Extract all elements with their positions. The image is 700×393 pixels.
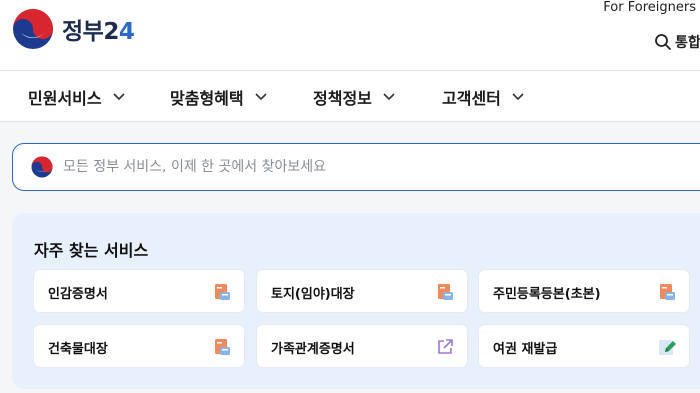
main-search-bar[interactable] bbox=[12, 143, 700, 191]
service-card-resident-registration[interactable]: 주민등록등본(초본) bbox=[479, 270, 689, 312]
integrated-search-label: 통합 bbox=[675, 35, 700, 51]
chevron-down-icon bbox=[255, 93, 267, 101]
site-header: 정부24 For Foreigners 통합 bbox=[0, 0, 700, 70]
service-card-land-register[interactable]: 토지(임야)대장 bbox=[257, 270, 467, 312]
site-logo[interactable]: 정부24 bbox=[12, 8, 135, 50]
chevron-down-icon bbox=[113, 93, 125, 101]
service-label: 건축물대장 bbox=[48, 342, 108, 357]
gnb-item-policy-info[interactable]: 정책정보 bbox=[313, 85, 396, 109]
search-icon bbox=[655, 34, 671, 50]
service-card-building-register[interactable]: 건축물대장 bbox=[34, 325, 244, 367]
for-foreigners-link[interactable]: For Foreigners bbox=[603, 0, 696, 15]
main-navigation: 민원서비스 맞춤형혜택 정책정보 고객센터 bbox=[0, 71, 700, 121]
service-label: 가족관계증명서 bbox=[271, 342, 355, 357]
gnb-item-label: 정책정보 bbox=[313, 89, 372, 108]
document-print-icon bbox=[215, 284, 230, 300]
service-label: 인감증명서 bbox=[48, 287, 108, 302]
gnb-item-custom-benefits[interactable]: 맞춤형혜택 bbox=[170, 85, 268, 109]
document-print-icon bbox=[660, 284, 675, 300]
gnb-item-label: 맞춤형혜택 bbox=[170, 89, 244, 108]
logo-text-prefix: 정부 bbox=[62, 19, 104, 45]
service-label: 여권 재발급 bbox=[493, 342, 558, 357]
gnb-item-civil-services[interactable]: 민원서비스 bbox=[28, 85, 126, 109]
gnb-item-label: 민원서비스 bbox=[28, 89, 102, 108]
search-input[interactable] bbox=[61, 158, 625, 176]
service-card-passport-reissue[interactable]: 여권 재발급 bbox=[479, 325, 689, 367]
gnb-item-label: 고객센터 bbox=[442, 89, 501, 108]
frequent-services-panel: 자주 찾는 서비스 인감증명서 토지(임야)대장 주민등록등본(초본) 건축물대… bbox=[12, 213, 700, 389]
service-label: 주민등록등본(초본) bbox=[493, 287, 601, 302]
edit-pencil-icon bbox=[659, 340, 676, 355]
service-label: 토지(임야)대장 bbox=[271, 287, 355, 302]
gnb-item-customer-center[interactable]: 고객센터 bbox=[442, 85, 525, 109]
service-card-seal-certificate[interactable]: 인감증명서 bbox=[34, 270, 244, 312]
document-print-icon bbox=[215, 339, 230, 355]
logo-text-num1: 2 bbox=[103, 19, 119, 45]
frequent-services-title: 자주 찾는 서비스 bbox=[34, 241, 149, 260]
document-print-icon bbox=[438, 284, 453, 300]
taegeuk-mini-icon bbox=[31, 156, 53, 178]
integrated-search-link[interactable]: 통합 bbox=[654, 32, 700, 52]
external-link-icon bbox=[438, 339, 453, 354]
chevron-down-icon bbox=[383, 93, 395, 101]
taegeuk-logo-icon bbox=[13, 9, 53, 49]
service-card-family-relation[interactable]: 가족관계증명서 bbox=[257, 325, 467, 367]
logo-text-num2: 4 bbox=[118, 19, 135, 45]
chevron-down-icon bbox=[512, 93, 524, 101]
logo-wordmark: 정부24 bbox=[62, 12, 135, 46]
